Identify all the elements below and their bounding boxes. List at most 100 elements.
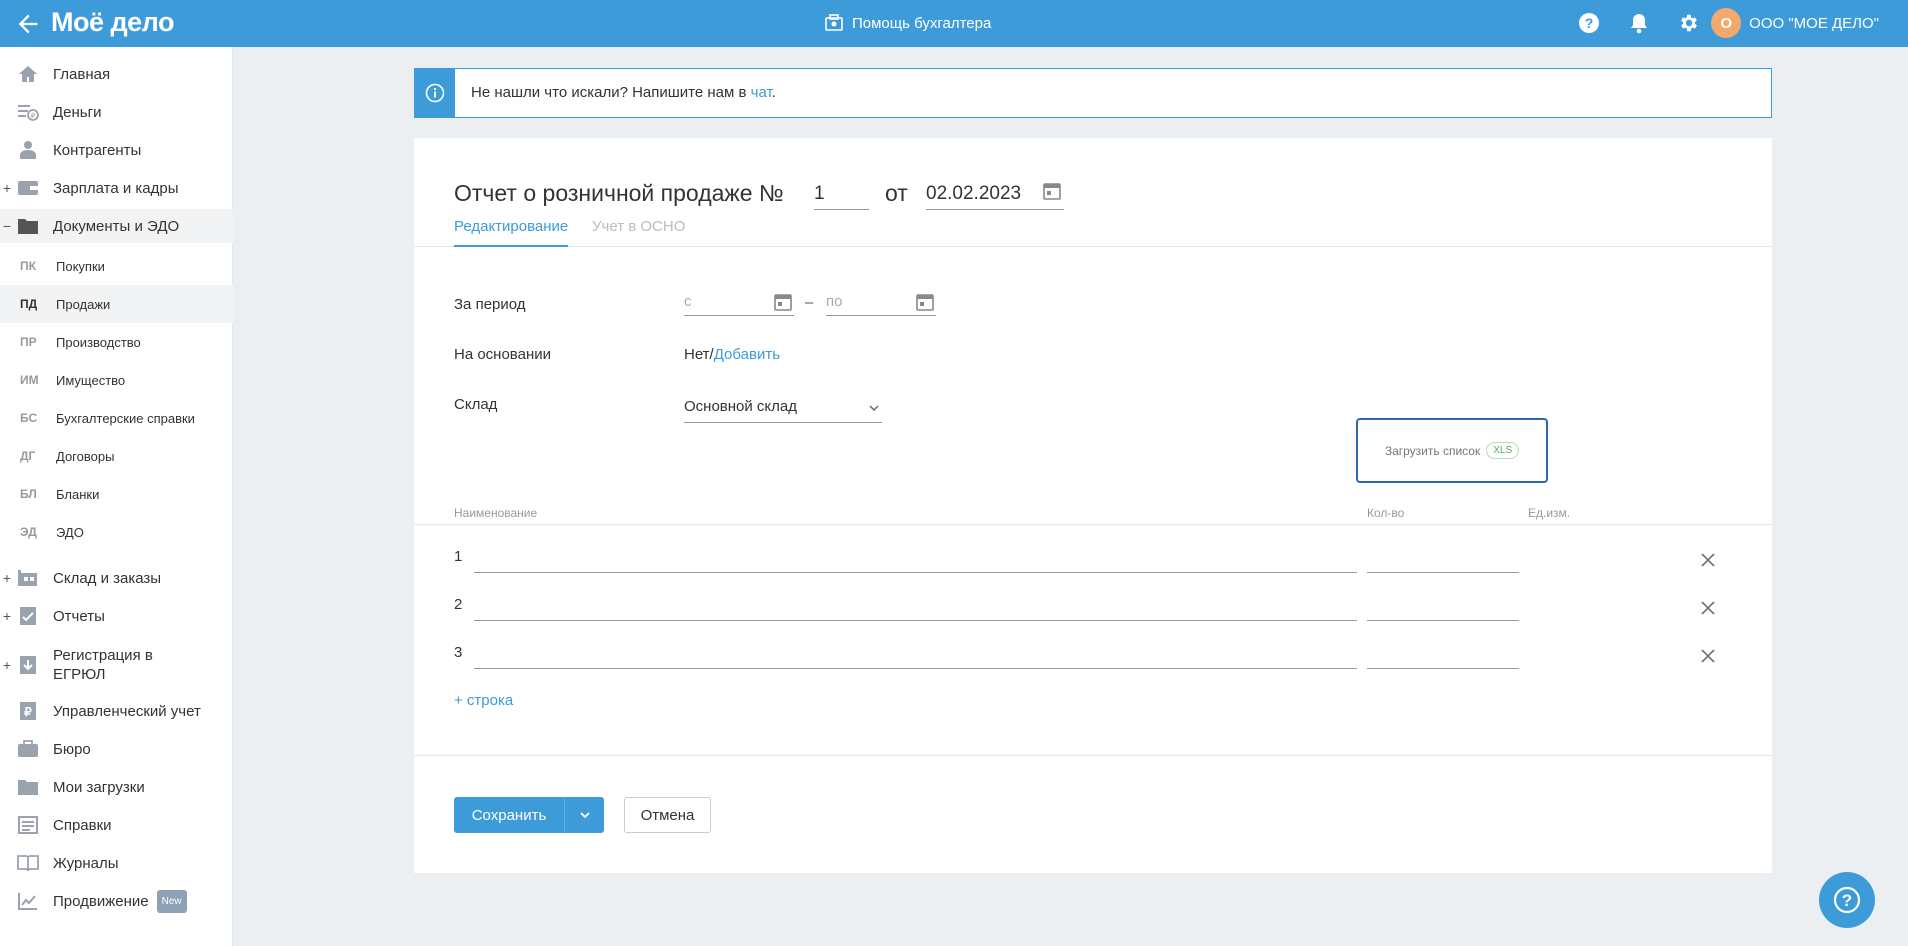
sidebar-item-label: Мои загрузки	[53, 778, 145, 796]
promotion-label: Продвижение	[53, 892, 149, 910]
new-badge: New	[156, 889, 187, 913]
subitem-label: Продажи	[56, 296, 111, 312]
sidebar-item-money[interactable]: ₽ Деньги	[0, 95, 233, 129]
svg-text:?: ?	[1842, 891, 1852, 910]
accountant-help-link[interactable]: Помощь бухгалтера	[824, 10, 991, 36]
collapse-icon[interactable]: −	[2, 218, 12, 234]
period-from-input[interactable]	[684, 288, 754, 314]
info-banner: Не нашли что искали? Напишите нам в чат.	[414, 68, 1772, 118]
sidebar-item-warehouse[interactable]: + Склад и заказы	[0, 561, 233, 595]
subitem-abbr: ПК	[20, 259, 36, 273]
help-icon[interactable]: ?	[1576, 10, 1602, 36]
floating-help-button[interactable]: ?	[1819, 872, 1875, 928]
logo[interactable]: Моё дело	[51, 7, 174, 38]
item-name-input[interactable]	[474, 591, 1357, 621]
org-name: ООО "МОЕ ДЕЛО"	[1749, 14, 1879, 32]
subitem-label: Производство	[56, 334, 141, 350]
sidebar-item-bureau[interactable]: Бюро	[0, 732, 233, 766]
close-icon[interactable]	[1699, 551, 1717, 569]
info-end: .	[771, 84, 776, 101]
sidebar-item-label: Зарплата и кадры	[53, 179, 179, 197]
row-number: 1	[454, 548, 463, 565]
notifications-bell-icon[interactable]	[1626, 10, 1652, 36]
sidebar-subitem-accounting-notes[interactable]: БС Бухгалтерские справки	[0, 399, 233, 437]
table-header-divider	[414, 524, 1772, 525]
folder-icon	[17, 215, 39, 237]
save-dropdown-button[interactable]	[564, 797, 604, 833]
organization-switcher[interactable]: О ООО "МОЕ ДЕЛО"	[1711, 8, 1879, 38]
page-title: Отчет о розничной продаже №	[454, 180, 784, 206]
item-name-input[interactable]	[474, 639, 1357, 669]
sidebar-item-management[interactable]: ₽ Управленческий учет	[0, 694, 233, 728]
sidebar-subitem-production[interactable]: ПР Производство	[0, 323, 233, 361]
save-button[interactable]: Сохранить	[454, 797, 564, 833]
expand-icon[interactable]: +	[2, 180, 12, 196]
sidebar-subitem-contracts[interactable]: ДГ Договоры	[0, 437, 233, 475]
management-icon: ₽	[17, 700, 39, 722]
sidebar-item-reports[interactable]: + Отчеты	[0, 599, 233, 633]
info-text: Не нашли что искали? Напишите нам в чат.	[471, 84, 776, 101]
subitem-label: Договоры	[56, 448, 115, 464]
warehouse-label: Склад	[454, 396, 498, 413]
calendar-icon[interactable]	[915, 292, 935, 312]
expand-icon[interactable]: +	[2, 657, 12, 673]
top-bar: Моё дело Помощь бухгалтера ? О ООО "МОЕ …	[0, 0, 1908, 47]
sidebar-subitem-edo[interactable]: ЭД ЭДО	[0, 513, 233, 551]
back-arrow-icon[interactable]	[14, 10, 42, 38]
warehouse-value: Основной склад	[684, 398, 798, 415]
svg-text:?: ?	[1585, 15, 1594, 31]
add-basis-link[interactable]: Добавить	[714, 346, 780, 363]
expand-icon[interactable]: +	[2, 570, 12, 586]
tab-osno-accounting[interactable]: Учет в ОСНО	[592, 218, 685, 247]
expand-icon[interactable]: +	[2, 608, 12, 624]
save-button-group: Сохранить	[454, 797, 604, 833]
sidebar-item-documents[interactable]: − Документы и ЭДО	[0, 209, 233, 243]
money-icon: ₽	[17, 101, 39, 123]
subitem-label: ЭДО	[56, 524, 84, 540]
sidebar-item-home[interactable]: Главная	[0, 57, 233, 91]
upload-list-button[interactable]: Загрузить список XLS	[1356, 418, 1548, 483]
cancel-button[interactable]: Отмена	[624, 797, 711, 833]
sidebar-subitem-sales[interactable]: ПД Продажи	[0, 285, 233, 323]
sidebar-subitem-forms[interactable]: БЛ Бланки	[0, 475, 233, 513]
sidebar-item-promotion[interactable]: Продвижение New	[0, 884, 233, 918]
subitem-label: Покупки	[56, 258, 105, 274]
org-avatar: О	[1711, 8, 1742, 38]
from-label: от	[885, 180, 908, 206]
close-icon[interactable]	[1699, 599, 1717, 617]
period-to-input[interactable]	[826, 288, 896, 314]
sidebar-item-label: Продвижение New	[53, 889, 187, 913]
sidebar-item-references[interactable]: Справки	[0, 808, 233, 842]
sidebar-item-registration[interactable]: + Регистрация в ЕГРЮЛ	[0, 643, 233, 687]
calendar-icon[interactable]	[773, 292, 793, 312]
item-qty-input[interactable]	[1367, 591, 1519, 621]
item-name-input[interactable]	[474, 543, 1357, 573]
warehouse-select[interactable]: Основной склад	[684, 392, 882, 423]
sidebar-item-label: Управленческий учет	[53, 702, 201, 720]
row-number: 3	[454, 644, 463, 661]
sidebar-subitem-property[interactable]: ИМ Имущество	[0, 361, 233, 399]
settings-gear-icon[interactable]	[1676, 10, 1702, 36]
sidebar-item-contractors[interactable]: Контрагенты	[0, 133, 233, 167]
sidebar-item-downloads[interactable]: Мои загрузки	[0, 770, 233, 804]
chevron-down-icon	[869, 405, 879, 412]
sidebar-item-label: Склад и заказы	[53, 569, 162, 587]
item-qty-input[interactable]	[1367, 543, 1519, 573]
chat-link[interactable]: чат	[751, 84, 772, 101]
document-number-input[interactable]	[814, 178, 869, 210]
add-row-link[interactable]: + строка	[454, 692, 513, 709]
sidebar-item-salary[interactable]: + Зарплата и кадры	[0, 171, 233, 205]
basis-label: На основании	[454, 346, 551, 363]
close-icon[interactable]	[1699, 647, 1717, 665]
sidebar-subitem-purchases[interactable]: ПК Покупки	[0, 247, 233, 285]
sidebar-item-label: Деньги	[53, 103, 102, 121]
item-qty-input[interactable]	[1367, 639, 1519, 669]
subitem-label: Бухгалтерские справки	[56, 410, 195, 426]
tabs: Редактирование Учет в ОСНО	[414, 218, 1772, 247]
subitem-abbr: БЛ	[20, 487, 37, 501]
tab-editing[interactable]: Редактирование	[454, 218, 569, 247]
sidebar-item-journals[interactable]: Журналы	[0, 846, 233, 880]
folder-icon	[17, 776, 39, 798]
upload-label: Загрузить список	[1384, 443, 1481, 458]
calendar-icon[interactable]	[1042, 181, 1062, 201]
